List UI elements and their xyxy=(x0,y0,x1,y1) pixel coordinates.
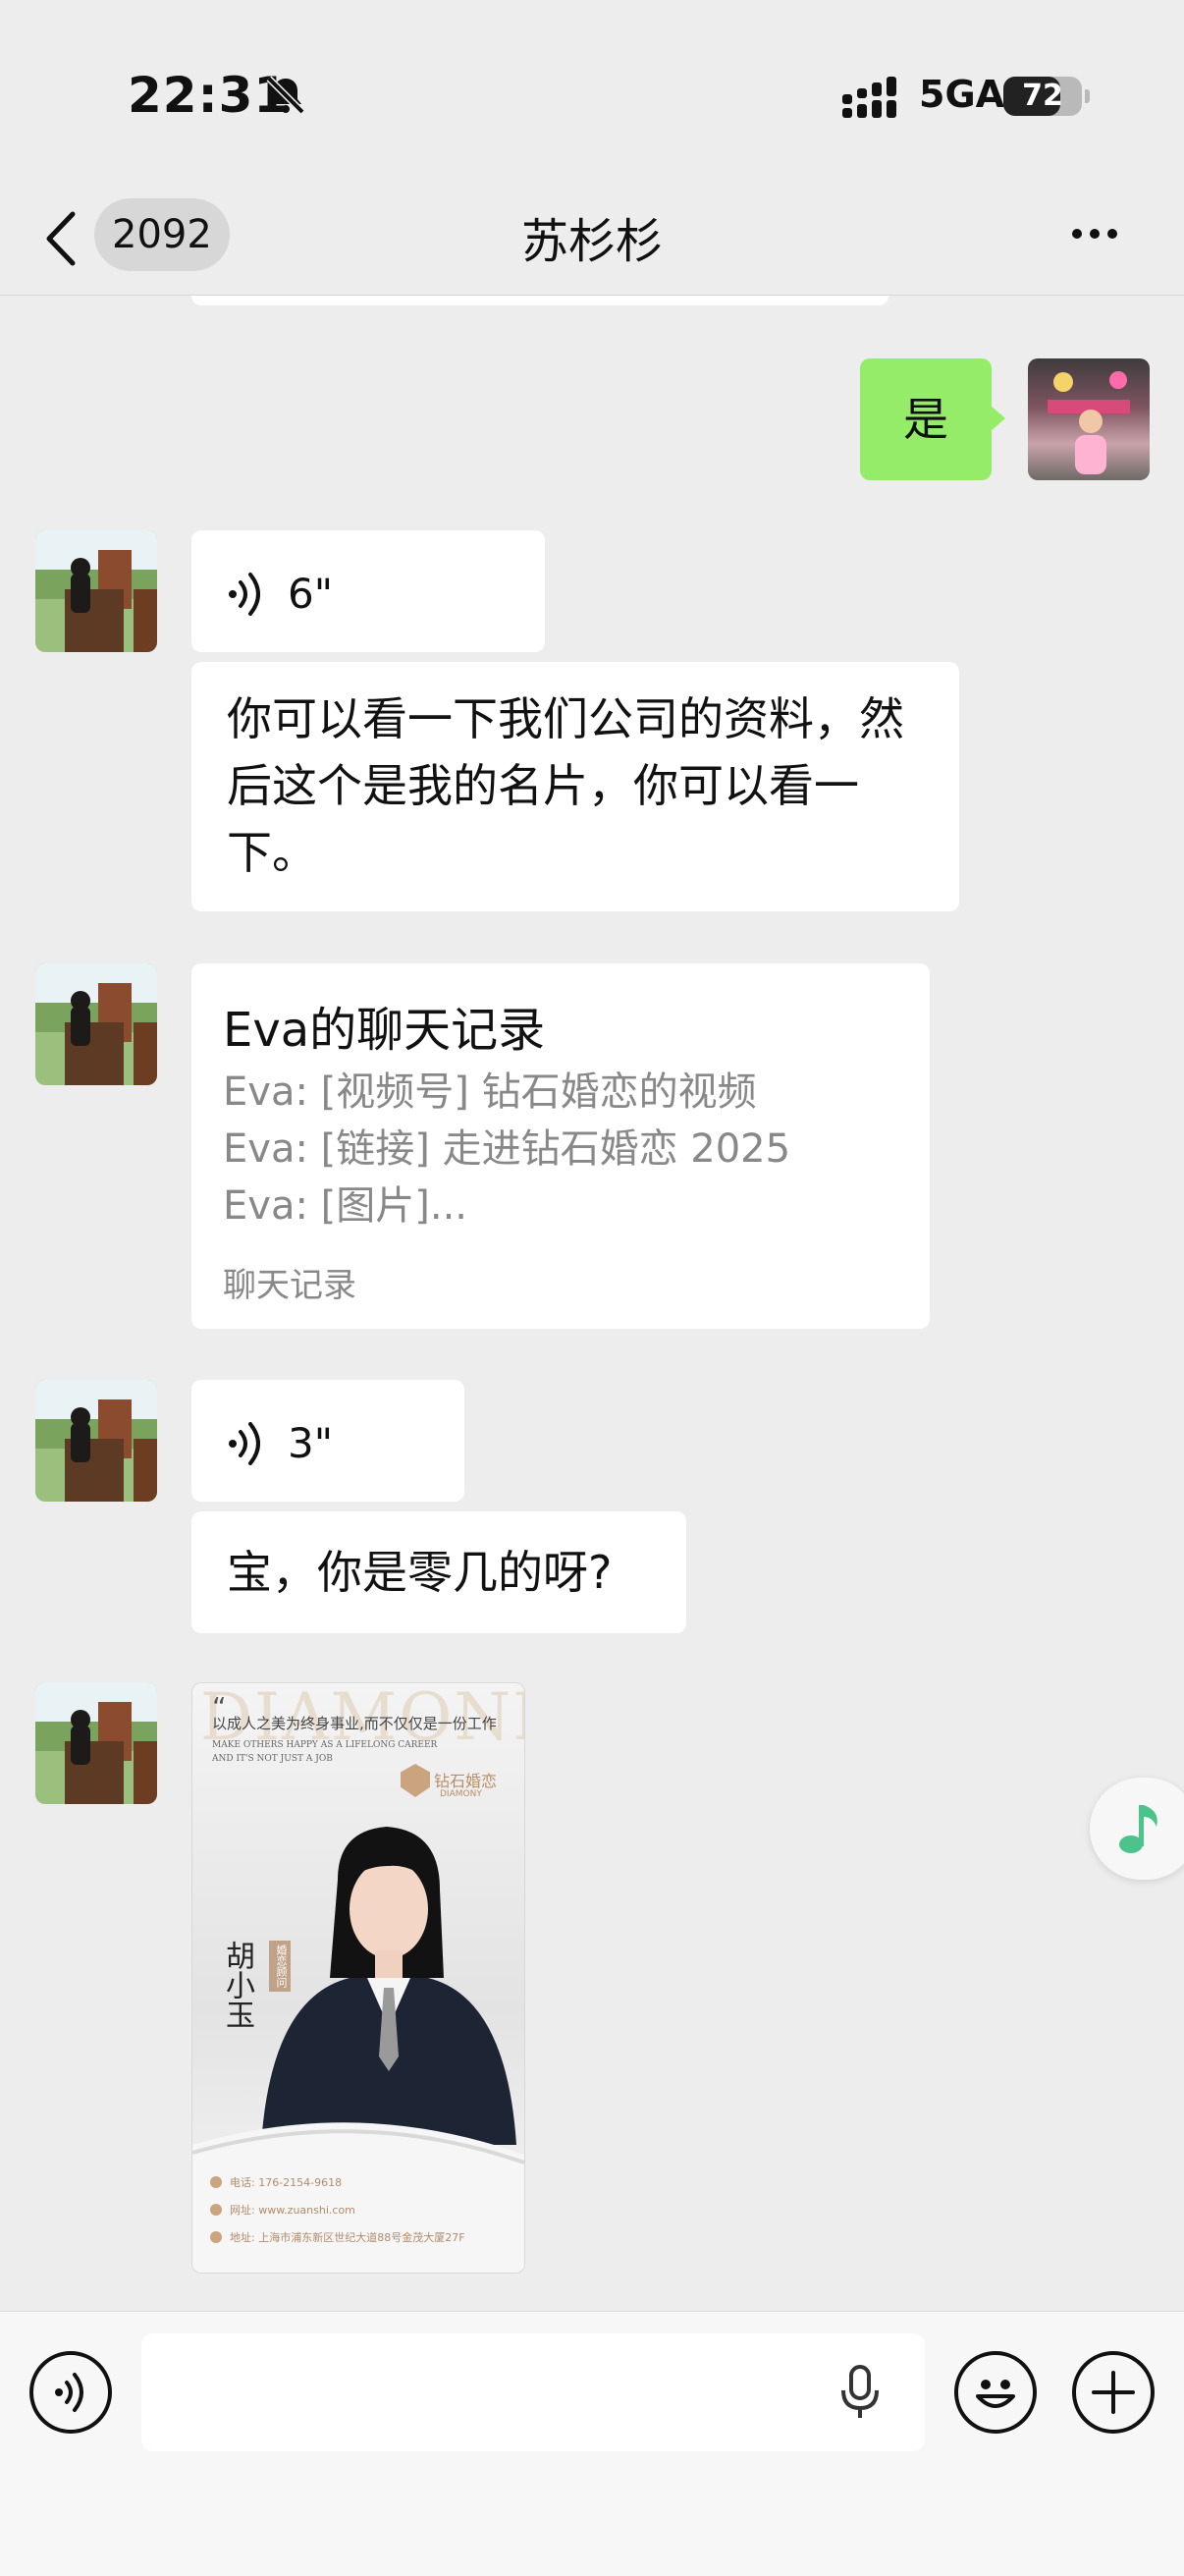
voice-wave-icon xyxy=(229,572,260,616)
text-message-text: 你可以看一下我们公司的资料，然后这个是我的名片，你可以看一下。 xyxy=(227,692,904,879)
message-input[interactable] xyxy=(141,2333,925,2451)
status-bar: 22:31 5GA 72 xyxy=(0,0,1184,187)
floating-music-button[interactable] xyxy=(1090,1778,1184,1880)
location-icon xyxy=(210,2231,222,2243)
card-address: 地址: 上海市浦东新区世纪大道88号金茂大厦27F xyxy=(230,2231,465,2244)
card-phone: 电话: 176-2154-9618 xyxy=(230,2176,343,2189)
emoji-icon[interactable] xyxy=(954,2351,1037,2434)
contact-avatar[interactable] xyxy=(35,1380,157,1502)
chat-record-line: Eva: [图片]... xyxy=(223,1183,468,1229)
voice-message-bubble[interactable]: 3" xyxy=(191,1380,464,1502)
more-icon[interactable] xyxy=(1072,224,1131,253)
message-list[interactable]: 是 6" 你可以看一下我们公司的资料，然后这个是我的名片，你可以看一下。 Eva… xyxy=(0,296,1184,2311)
chat-record-title: Eva的聊天记录 xyxy=(223,1003,546,1058)
network-label: 5GA xyxy=(919,73,1005,116)
voice-duration: 6" xyxy=(288,570,334,618)
chat-title: 苏杉杉 xyxy=(520,214,663,269)
chat-header: 2092 苏杉杉 xyxy=(0,187,1184,296)
chat-record-line: Eva: [视频号] 钻石婚恋的视频 xyxy=(223,1069,757,1115)
voice-wave-icon xyxy=(229,1421,260,1465)
battery-level: 72 xyxy=(1022,79,1063,113)
voice-duration: 3" xyxy=(288,1419,334,1467)
sent-message-bubble[interactable]: 是 xyxy=(860,358,992,480)
phone-icon xyxy=(210,2176,222,2188)
card-person-role: 婚恋顾问 xyxy=(269,1941,291,1992)
plus-icon[interactable] xyxy=(1072,2351,1155,2434)
contact-avatar[interactable] xyxy=(35,963,157,1085)
battery-icon: 72 xyxy=(1003,77,1090,116)
my-avatar[interactable] xyxy=(1028,358,1150,480)
card-website: 网址: www.zuanshi.com xyxy=(230,2204,355,2217)
voice-message-bubble[interactable]: 6" xyxy=(191,530,545,652)
business-card-image[interactable]: DIAMOND “ 以成人之美为终身事业,而不仅仅是一份工作 MAKE OTHE… xyxy=(191,1682,525,2274)
web-icon xyxy=(210,2204,222,2216)
message-bubble-partial xyxy=(191,296,888,305)
contact-avatar[interactable] xyxy=(35,1682,157,1804)
chat-record-card[interactable]: Eva的聊天记录 Eva: [视频号] 钻石婚恋的视频 Eva: [链接] 走进… xyxy=(191,963,930,1329)
input-bar xyxy=(0,2311,1184,2576)
chat-record-footer: 聊天记录 xyxy=(223,1266,356,1305)
sent-bubble-tail xyxy=(990,405,1005,432)
signal-icon xyxy=(842,77,896,118)
bell-muted-icon xyxy=(266,76,305,115)
voice-input-icon[interactable] xyxy=(29,2351,112,2434)
music-note-icon xyxy=(1119,1805,1157,1853)
text-message-bubble[interactable]: 你可以看一下我们公司的资料，然后这个是我的名片，你可以看一下。 xyxy=(191,662,959,911)
microphone-icon[interactable] xyxy=(838,2365,882,2420)
card-person-name: 胡小玉 xyxy=(220,1941,254,2029)
text-message-bubble[interactable]: 宝，你是零几的呀? xyxy=(191,1511,686,1633)
chat-record-line: Eva: [链接] 走进钻石婚恋 2025 xyxy=(223,1126,791,1172)
text-message-text: 宝，你是零几的呀? xyxy=(227,1546,613,1599)
sent-message-text: 是 xyxy=(903,393,948,446)
contact-avatar[interactable] xyxy=(35,530,157,652)
